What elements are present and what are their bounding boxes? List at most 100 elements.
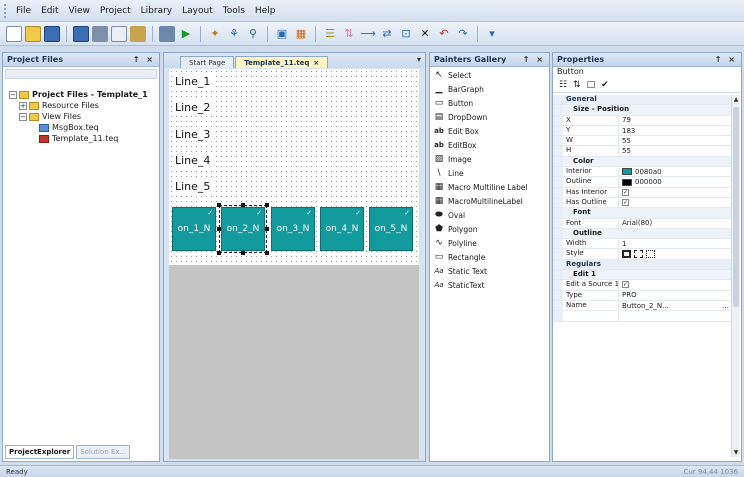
selection-handle[interactable] xyxy=(241,251,245,255)
property-category[interactable]: Outline xyxy=(553,228,731,240)
menu-file[interactable]: File xyxy=(11,0,36,22)
collapse-icon[interactable] xyxy=(553,270,563,280)
expand-icon[interactable]: + xyxy=(19,101,27,110)
menu-edit[interactable]: Edit xyxy=(36,0,63,22)
property-row[interactable]: Name Button_2_N...… xyxy=(553,300,731,312)
palette-item-bargraph[interactable]: ▁ BarGraph xyxy=(430,82,549,96)
collapse-icon[interactable] xyxy=(553,259,563,270)
apply-icon[interactable]: ✔ xyxy=(601,80,609,90)
tab-solution-explorer[interactable]: Solution Ex... xyxy=(76,445,131,459)
palette-item-macromultilinelabel[interactable]: ▦ MacroMultilineLabel xyxy=(430,194,549,208)
selection-handle[interactable] xyxy=(265,203,269,207)
property-value[interactable]: 55 xyxy=(619,136,731,145)
tree-item-resource-files[interactable]: + Resource Files xyxy=(9,100,155,111)
selection-handle[interactable] xyxy=(217,251,221,255)
property-value[interactable]: ✓ xyxy=(619,280,731,289)
image-icon[interactable]: ⚲ xyxy=(245,26,261,42)
property-row[interactable]: W 55 xyxy=(553,136,731,147)
menu-project[interactable]: Project xyxy=(95,0,136,22)
selection-handle[interactable] xyxy=(217,227,221,231)
property-row[interactable]: Has Outline ✓ xyxy=(553,197,731,209)
property-category[interactable]: Size - Position xyxy=(553,105,731,116)
button-widget-1[interactable]: on_1_N ✓ xyxy=(172,207,216,251)
collapse-icon[interactable]: − xyxy=(19,112,27,121)
selection-handle[interactable] xyxy=(265,251,269,255)
design-surface[interactable]: Line_1 Line_2 Line_3 Line_4 Line_5 on_1_… xyxy=(169,69,419,265)
run-icon[interactable]: ▶ xyxy=(178,26,194,42)
selection-handle[interactable] xyxy=(217,203,221,207)
property-value[interactable] xyxy=(619,311,731,320)
ungroup-icon[interactable]: ⇄ xyxy=(379,26,395,42)
palette-item-static-text[interactable]: Aa Static Text xyxy=(430,264,549,278)
line-label-2[interactable]: Line_2 xyxy=(173,101,213,114)
align-icon[interactable]: ☰ xyxy=(322,26,338,42)
dropdown-icon[interactable]: ▾ xyxy=(484,26,500,42)
tab-project-explorer[interactable]: ProjectExplorer xyxy=(5,445,75,459)
line-style-solid-icon[interactable] xyxy=(622,250,631,259)
tree-item-view-files[interactable]: − View Files xyxy=(9,111,155,122)
line-label-3[interactable]: Line_3 xyxy=(173,128,213,141)
property-value[interactable]: 55 xyxy=(619,146,731,155)
property-row[interactable]: Outline 000000 xyxy=(553,177,731,188)
tab-template[interactable]: Template_11.teq × xyxy=(235,56,329,68)
palette-item-statictext[interactable]: Aa StaticText xyxy=(430,278,549,292)
property-value[interactable]: 0080a0 xyxy=(619,167,731,176)
palette-item-editbox[interactable]: ab EditBox xyxy=(430,138,549,152)
close-icon[interactable]: × xyxy=(313,59,319,67)
tree-item-project[interactable]: − Project Files - Template_1 xyxy=(9,89,155,100)
color-icon[interactable]: ▣ xyxy=(274,26,290,42)
redo-icon[interactable]: ↷ xyxy=(455,26,471,42)
button-widget-4[interactable]: on_4_N ✓ xyxy=(320,207,364,251)
size-icon[interactable]: ⇅ xyxy=(341,26,357,42)
group-icon[interactable]: ⟶ xyxy=(360,26,376,42)
button-widget-3[interactable]: on_3_N ✓ xyxy=(271,207,315,251)
property-row[interactable]: H 55 xyxy=(553,146,731,157)
open-folder-icon[interactable] xyxy=(25,25,41,42)
network-icon[interactable]: ⚘ xyxy=(226,26,242,42)
property-checkbox[interactable]: ✓ xyxy=(622,281,629,289)
color-swatch[interactable] xyxy=(622,178,632,186)
scroll-up-icon[interactable]: ▲ xyxy=(732,96,740,103)
property-checkbox[interactable]: ✓ xyxy=(622,199,629,207)
delete-icon[interactable]: ✕ xyxy=(417,26,433,42)
line-style-dot-icon[interactable] xyxy=(646,250,655,259)
selection-handle[interactable] xyxy=(265,227,269,231)
debug-icon[interactable]: ✦ xyxy=(207,26,223,42)
property-row[interactable]: Style xyxy=(553,249,731,260)
ellipsis-button[interactable]: … xyxy=(722,302,731,310)
palette-item-edit-box[interactable]: ab Edit Box xyxy=(430,124,549,138)
property-row[interactable]: Edit a Source 1 ✓ xyxy=(553,280,731,291)
palette-item-macro-multiline-label[interactable]: ▦ Macro Multiline Label xyxy=(430,180,549,194)
save-icon[interactable] xyxy=(44,25,60,42)
property-value[interactable]: 183 xyxy=(619,126,731,135)
categorized-icon[interactable]: ☷ xyxy=(559,80,567,90)
new-file-icon[interactable] xyxy=(6,25,22,42)
property-value[interactable]: ✓ xyxy=(619,188,731,197)
menu-library[interactable]: Library xyxy=(136,0,177,22)
lock-icon[interactable]: ⊡ xyxy=(398,26,414,42)
text-icon[interactable]: ▦ xyxy=(293,26,309,42)
panel-controls[interactable]: ↑ × xyxy=(523,55,545,64)
property-row[interactable]: Interior 0080a0 xyxy=(553,167,731,178)
property-value[interactable]: 79 xyxy=(619,116,731,125)
property-row[interactable]: X 79 xyxy=(553,115,731,126)
property-category[interactable]: Edit 1 xyxy=(553,270,731,281)
palette-item-polyline[interactable]: ∿ Polyline xyxy=(430,236,549,250)
line-label-1[interactable]: Line_1 xyxy=(173,75,213,88)
property-category[interactable]: General xyxy=(553,95,731,106)
property-row[interactable]: Y 183 xyxy=(553,125,731,137)
palette-item-button[interactable]: ▭ Button xyxy=(430,96,549,110)
copy-icon[interactable] xyxy=(111,25,127,42)
panel-controls[interactable]: ↑ × xyxy=(133,55,155,64)
palette-item-oval[interactable]: ⬬ Oval xyxy=(430,208,549,222)
collapse-icon[interactable] xyxy=(553,228,563,239)
property-category[interactable]: Font xyxy=(553,208,731,219)
print-icon[interactable] xyxy=(92,25,108,42)
palette-item-rectangle[interactable]: ▭ Rectangle xyxy=(430,250,549,264)
collapse-icon[interactable]: − xyxy=(9,90,17,99)
property-category[interactable]: Color xyxy=(553,156,731,168)
tab-start-page[interactable]: Start Page xyxy=(180,56,235,68)
menu-tools[interactable]: Tools xyxy=(218,0,250,22)
scroll-down-icon[interactable]: ▼ xyxy=(732,449,740,456)
tree-item-msgbox[interactable]: MsgBox.teq xyxy=(9,122,155,133)
